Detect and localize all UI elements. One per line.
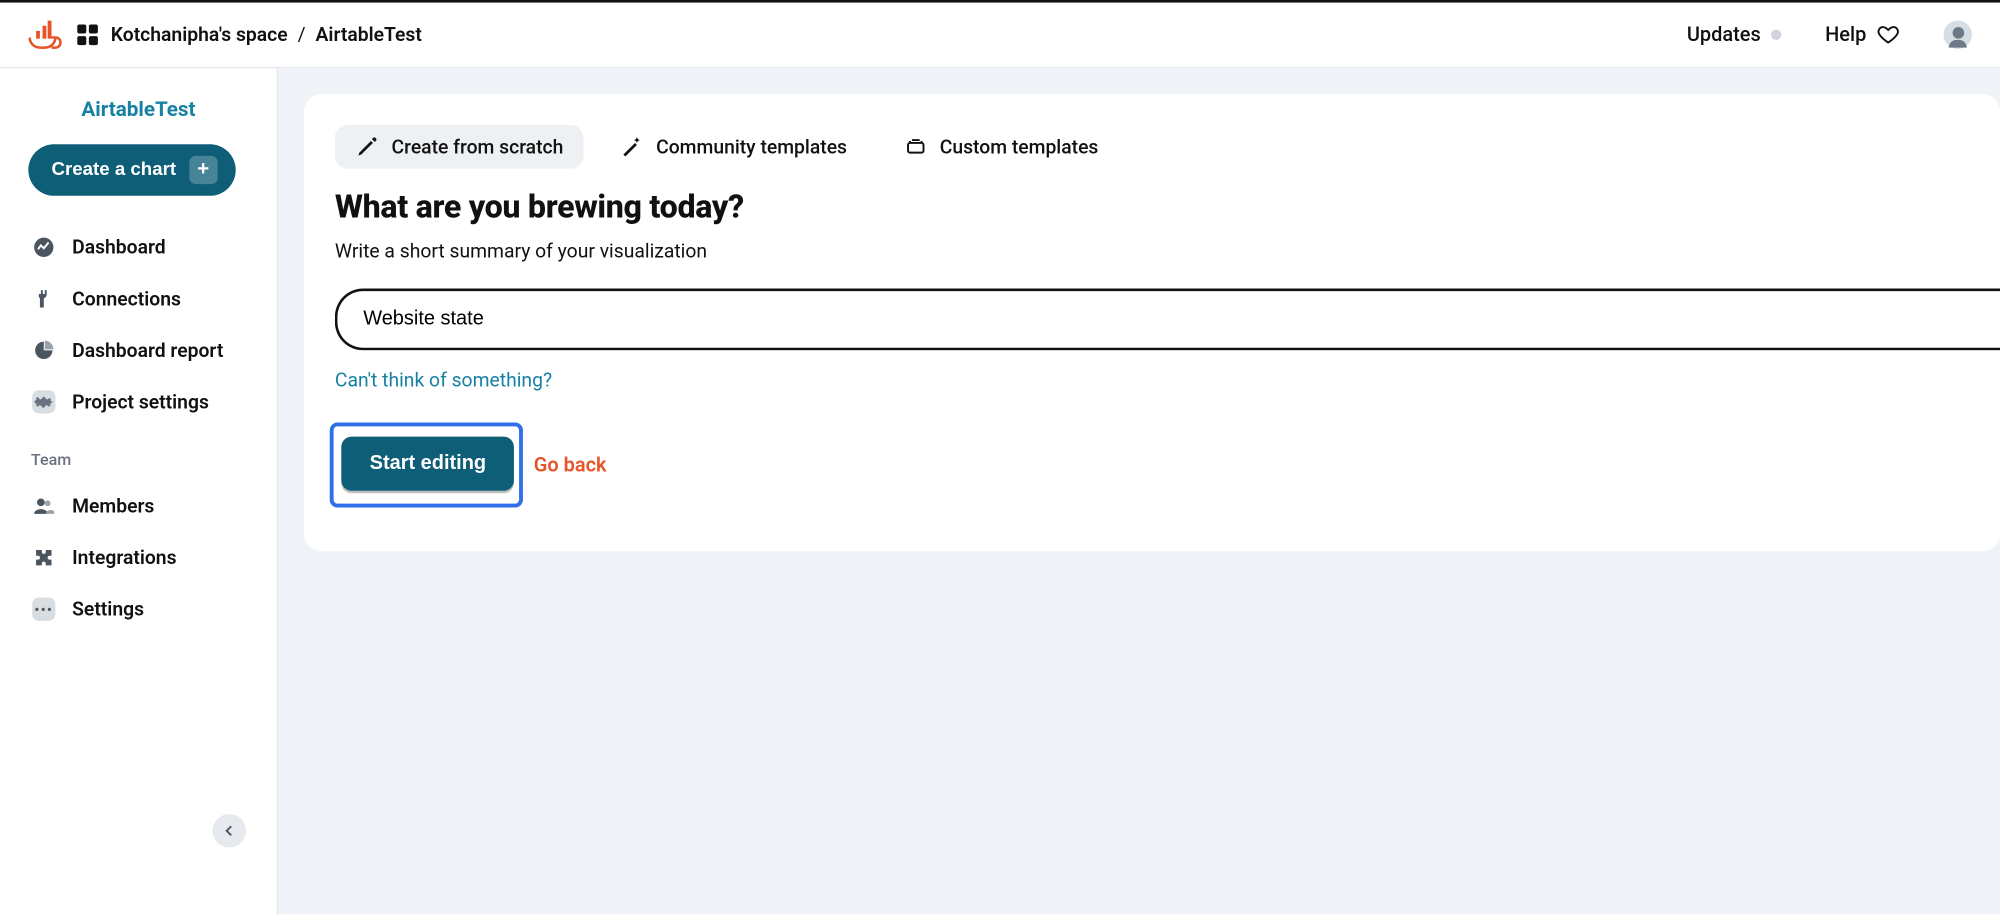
create-chart-label: Create a chart	[52, 160, 177, 181]
updates-link[interactable]: Updates	[1687, 23, 1782, 46]
plus-icon: +	[189, 156, 217, 184]
breadcrumb-project[interactable]: AirtableTest	[316, 23, 422, 46]
magic-wand-icon	[620, 135, 643, 158]
tab-label: Community templates	[656, 135, 847, 158]
page-subheading: Write a short summary of your visualizat…	[335, 240, 2000, 263]
breadcrumb[interactable]: Kotchanipha's space / AirtableTest	[111, 23, 422, 46]
puzzle-icon	[31, 545, 57, 571]
members-icon	[31, 493, 57, 519]
go-back-link[interactable]: Go back	[534, 453, 607, 476]
collapse-sidebar-button[interactable]	[213, 814, 246, 847]
tab-create-from-scratch[interactable]: Create from scratch	[335, 125, 584, 169]
updates-indicator-icon	[1771, 30, 1781, 40]
sidebar-team-heading: Team	[0, 428, 277, 481]
create-card: Create from scratch Community templates …	[304, 94, 2000, 551]
project-title[interactable]: AirtableTest	[0, 97, 277, 121]
updates-label: Updates	[1687, 23, 1761, 46]
sidebar-item-members[interactable]: Members	[0, 480, 277, 532]
summary-input[interactable]	[335, 289, 2000, 351]
brand-logo-icon[interactable]	[28, 19, 59, 50]
gear-icon	[31, 389, 57, 415]
sidebar-item-label: Dashboard	[72, 236, 166, 259]
pencil-icon	[355, 135, 378, 158]
sidebar-item-label: Integrations	[72, 546, 176, 569]
apps-grid-icon[interactable]	[77, 24, 98, 45]
suggestion-link[interactable]: Can't think of something?	[335, 368, 552, 391]
breadcrumb-space[interactable]: Kotchanipha's space	[111, 23, 288, 46]
sidebar-item-integrations[interactable]: Integrations	[0, 532, 277, 584]
sidebar-item-settings[interactable]: ••• Settings	[0, 583, 277, 635]
main-area: Create from scratch Community templates …	[278, 68, 2000, 914]
start-editing-button[interactable]: Start editing	[341, 437, 514, 491]
help-label: Help	[1825, 23, 1866, 46]
sidebar-item-label: Project settings	[72, 390, 209, 413]
plug-icon	[31, 286, 57, 312]
sidebar-item-dashboard[interactable]: Dashboard	[0, 222, 277, 274]
tab-label: Create from scratch	[392, 135, 564, 158]
sidebar-item-label: Dashboard report	[72, 339, 223, 362]
heart-icon	[1877, 23, 1900, 46]
create-tabs: Create from scratch Community templates …	[335, 125, 2000, 169]
sidebar-item-project-settings[interactable]: Project settings	[0, 376, 277, 428]
template-icon	[904, 135, 927, 158]
help-link[interactable]: Help	[1825, 23, 1900, 46]
sidebar: AirtableTest Create a chart + Dashboard …	[0, 68, 278, 914]
sidebar-item-label: Settings	[72, 598, 144, 621]
sidebar-item-label: Connections	[72, 287, 181, 310]
highlight-frame: Start editing	[330, 422, 524, 507]
sidebar-item-dashboard-report[interactable]: Dashboard report	[0, 325, 277, 377]
line-chart-icon	[31, 234, 57, 260]
create-chart-button[interactable]: Create a chart +	[28, 144, 235, 196]
page-heading: What are you brewing today?	[335, 189, 2000, 226]
tab-label: Custom templates	[940, 135, 1099, 158]
tab-custom-templates[interactable]: Custom templates	[883, 125, 1119, 169]
avatar-icon[interactable]	[1944, 21, 1972, 49]
ellipsis-icon: •••	[31, 596, 57, 622]
sidebar-item-label: Members	[72, 495, 154, 518]
pie-chart-icon	[31, 337, 57, 363]
sidebar-item-connections[interactable]: Connections	[0, 273, 277, 325]
breadcrumb-separator: /	[298, 23, 306, 46]
tab-community-templates[interactable]: Community templates	[599, 125, 867, 169]
top-bar: Kotchanipha's space / AirtableTest Updat…	[0, 0, 2000, 68]
